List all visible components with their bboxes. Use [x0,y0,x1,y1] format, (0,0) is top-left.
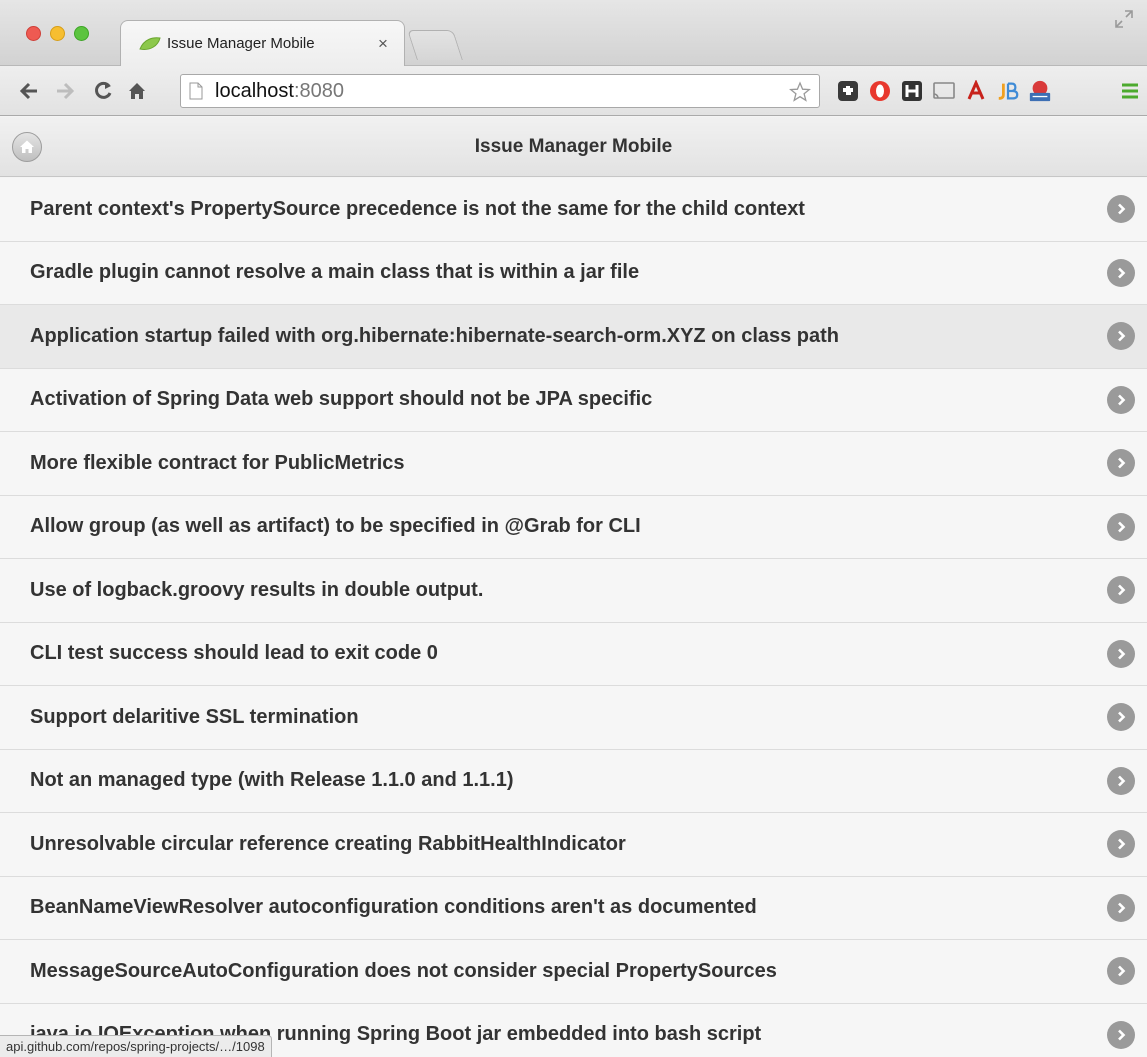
issue-title: More flexible contract for PublicMetrics [30,451,405,474]
chevron-right-icon [1107,1020,1135,1049]
new-tab-button[interactable] [407,30,463,60]
chevron-right-icon [1107,830,1135,859]
chevron-right-icon [1107,703,1135,732]
opera-icon[interactable] [868,79,892,103]
status-bar-url: api.github.com/repos/spring-projects/…/1… [0,1035,272,1057]
list-item[interactable]: More flexible contract for PublicMetrics [0,432,1147,496]
issue-title: Parent context's PropertySource preceden… [30,197,805,220]
url-host: localhost [215,79,294,102]
chevron-right-icon [1107,639,1135,668]
browser-tabbar: Issue Manager Mobile × [0,0,1147,66]
list-item[interactable]: Allow group (as well as artifact) to be … [0,495,1147,559]
url-port: :8080 [293,79,344,102]
issue-title: Application startup failed with org.hibe… [30,324,840,347]
reload-button[interactable] [88,76,118,106]
window-close-button[interactable] [26,26,41,41]
issue-title: Activation of Spring Data web support sh… [30,388,653,411]
list-item[interactable]: Activation of Spring Data web support sh… [0,368,1147,432]
forward-arrow-icon [57,82,75,100]
page-icon [189,82,203,100]
forward-button[interactable] [50,76,80,106]
list-item[interactable]: Support delaritive SSL termination [0,686,1147,750]
address-bar[interactable]: localhost:8080 [180,74,820,108]
chevron-right-icon [1107,512,1135,541]
chevron-right-icon [1107,195,1135,224]
back-button[interactable] [14,76,44,106]
acrobat-icon[interactable] [964,79,988,103]
page-title: Issue Manager Mobile [474,136,673,157]
browser-tab[interactable]: Issue Manager Mobile × [120,20,405,66]
chevron-right-icon [1107,385,1135,414]
list-item[interactable]: Gradle plugin cannot resolve a main clas… [0,241,1147,305]
chevron-right-icon [1107,766,1135,795]
home-icon [129,83,145,99]
window-maximize-button[interactable] [74,26,89,41]
menu-icon[interactable] [1118,79,1142,103]
issue-title: Support delaritive SSL termination [30,705,359,728]
issue-title: BeanNameViewResolver autoconfiguration c… [30,896,757,919]
chevron-right-icon [1107,893,1135,922]
chevron-right-icon [1107,576,1135,605]
issue-title: Allow group (as well as artifact) to be … [30,515,641,538]
list-item[interactable]: BeanNameViewResolver autoconfiguration c… [0,876,1147,940]
back-arrow-icon [19,82,37,100]
bookmark-star-icon[interactable] [789,81,811,103]
list-item[interactable]: Application startup failed with org.hibe… [0,305,1147,369]
ipv4-icon[interactable] [1028,79,1052,103]
list-item[interactable]: Not an managed type (with Release 1.1.0 … [0,749,1147,813]
jb-icon[interactable] [996,79,1020,103]
list-item[interactable]: Use of logback.groovy results in double … [0,559,1147,623]
issue-list: Parent context's PropertySource preceden… [0,178,1147,1057]
issue-title: Unresolvable circular reference creating… [30,832,626,855]
issue-title: Not an managed type (with Release 1.1.0 … [30,769,514,792]
tab-title: Issue Manager Mobile [167,35,315,52]
chevron-right-icon [1107,449,1135,478]
spring-leaf-icon [139,36,161,50]
home-button[interactable] [122,76,152,106]
list-item[interactable]: MessageSourceAutoConfiguration does not … [0,940,1147,1004]
issue-title: Gradle plugin cannot resolve a main clas… [30,261,640,284]
tab-close-icon[interactable]: × [374,34,392,54]
chevron-right-icon [1107,957,1135,986]
fullscreen-icon[interactable] [1113,8,1135,30]
issue-title: MessageSourceAutoConfiguration does not … [30,959,777,982]
chevron-right-icon [1107,322,1135,351]
chevron-right-icon [1107,258,1135,287]
window-minimize-button[interactable] [50,26,65,41]
hn-icon[interactable] [900,79,924,103]
list-item[interactable]: Parent context's PropertySource preceden… [0,178,1147,242]
issue-title: CLI test success should lead to exit cod… [30,642,438,665]
puzzle-icon[interactable] [836,79,860,103]
browser-toolbar: localhost:8080 [0,66,1147,116]
list-item[interactable]: CLI test success should lead to exit cod… [0,622,1147,686]
cast-icon[interactable] [932,79,956,103]
page-header: Issue Manager Mobile [0,117,1147,177]
issue-title: Use of logback.groovy results in double … [30,578,484,601]
list-item[interactable]: Unresolvable circular reference creating… [0,813,1147,877]
reload-icon [95,81,112,99]
